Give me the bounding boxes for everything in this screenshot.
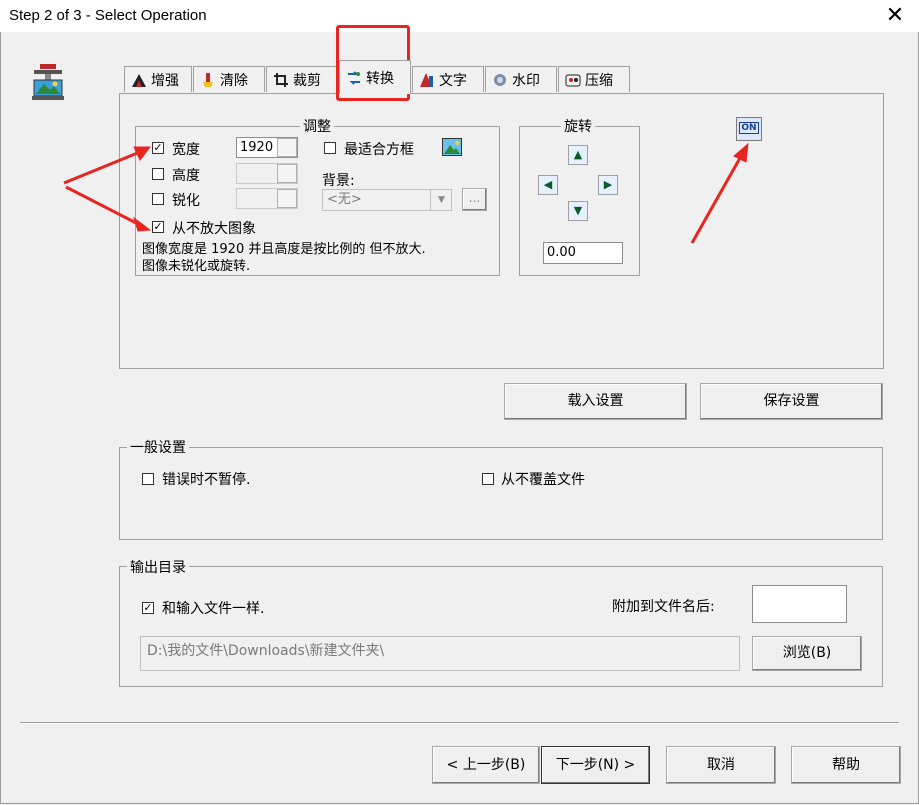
text-icon	[419, 72, 435, 88]
rotate-up-button[interactable]: ▲	[568, 145, 588, 165]
width-checkbox[interactable]: ✓	[152, 142, 164, 154]
compress-icon	[565, 72, 581, 88]
background-value: <无>	[327, 192, 362, 207]
no-enlarge-checkbox[interactable]: ✓	[152, 221, 164, 233]
enhance-icon	[131, 72, 147, 88]
chevron-down-icon[interactable]: ▼	[430, 190, 452, 210]
rotate-angle-input[interactable]: 0.00	[543, 242, 623, 264]
no-overwrite-label: 从不覆盖文件	[501, 472, 585, 488]
general-group	[119, 447, 883, 540]
app-logo-icon	[28, 62, 68, 102]
same-as-input-checkbox[interactable]: ✓	[142, 602, 154, 614]
height-spinner[interactable]	[277, 164, 297, 183]
width-spinner[interactable]	[277, 138, 297, 157]
tab-label: 文字	[439, 72, 467, 89]
general-group-title: 一般设置	[127, 437, 189, 457]
output-path-value: D:\我的文件\Downloads\新建文件夹\	[147, 643, 385, 659]
rotate-down-button[interactable]: ▼	[568, 201, 588, 221]
height-checkbox[interactable]	[152, 168, 164, 180]
tab-clear[interactable]: 清除	[193, 66, 265, 92]
load-settings-button[interactable]: 载入设置	[504, 383, 687, 420]
no-overwrite-checkbox[interactable]	[482, 473, 494, 485]
convert-icon	[346, 70, 362, 86]
save-settings-button[interactable]: 保存设置	[700, 383, 883, 420]
best-fit-label: 最适合方框	[344, 142, 414, 158]
tab-label: 水印	[512, 72, 540, 89]
no-enlarge-label: 从不放大图象	[172, 221, 256, 237]
crop-icon	[273, 72, 289, 88]
watermark-icon	[492, 72, 508, 88]
rotate-right-button[interactable]: ▶	[598, 175, 618, 195]
tab-label: 增强	[151, 72, 179, 89]
same-as-input-label: 和输入文件一样.	[162, 601, 265, 617]
cancel-button[interactable]: 取消	[666, 746, 776, 784]
append-filename-input[interactable]	[752, 585, 847, 623]
footer-divider	[20, 722, 899, 724]
tab-label: 转换	[366, 70, 394, 87]
tab-label: 压缩	[585, 72, 613, 89]
back-button[interactable]: < 上一步(B)	[432, 746, 540, 784]
rotate-group-title: 旋转	[561, 116, 595, 136]
adjust-description-line2: 图像未锐化或旋转.	[142, 259, 251, 274]
sharpen-checkbox[interactable]	[152, 193, 164, 205]
background-browse-button[interactable]: ...	[462, 188, 487, 211]
sharpen-spinner[interactable]	[277, 189, 297, 208]
adjust-group-title: 调整	[300, 116, 334, 136]
tab-label: 裁剪	[293, 72, 321, 89]
on-label: ON	[739, 122, 759, 134]
browse-button[interactable]: 浏览(B)	[752, 636, 862, 671]
width-value: 1920	[240, 140, 274, 155]
window-title: Step 2 of 3 - Select Operation	[9, 7, 207, 24]
clear-icon	[200, 72, 216, 88]
output-group-title: 输出目录	[127, 557, 189, 577]
tab-compress[interactable]: 压缩	[558, 66, 630, 92]
tab-enhance[interactable]: 增强	[124, 66, 192, 92]
height-label: 高度	[172, 168, 200, 184]
rotate-left-button[interactable]: ◀	[538, 175, 558, 195]
tab-watermark[interactable]: 水印	[485, 66, 557, 92]
rotate-angle-value: 0.00	[547, 245, 576, 260]
background-label: 背景:	[322, 173, 355, 189]
best-fit-checkbox[interactable]	[324, 142, 336, 154]
tab-convert[interactable]: 转换	[339, 60, 411, 94]
sharpen-label: 锐化	[172, 193, 200, 209]
next-button[interactable]: 下一步(N) >	[541, 746, 650, 784]
tab-crop[interactable]: 裁剪	[266, 66, 338, 92]
no-pause-label: 错误时不暂停.	[162, 472, 251, 488]
image-preview-icon[interactable]	[442, 138, 462, 156]
no-pause-checkbox[interactable]	[142, 473, 154, 485]
on-toggle-button[interactable]: ON	[736, 117, 762, 141]
output-path-field[interactable]: D:\我的文件\Downloads\新建文件夹\	[140, 636, 740, 671]
tab-text[interactable]: 文字	[412, 66, 484, 92]
close-button[interactable]: ✕	[880, 4, 910, 28]
help-button[interactable]: 帮助	[791, 746, 901, 784]
append-filename-label: 附加到文件名后:	[612, 599, 715, 615]
tab-label: 清除	[220, 72, 248, 89]
width-label: 宽度	[172, 142, 200, 158]
